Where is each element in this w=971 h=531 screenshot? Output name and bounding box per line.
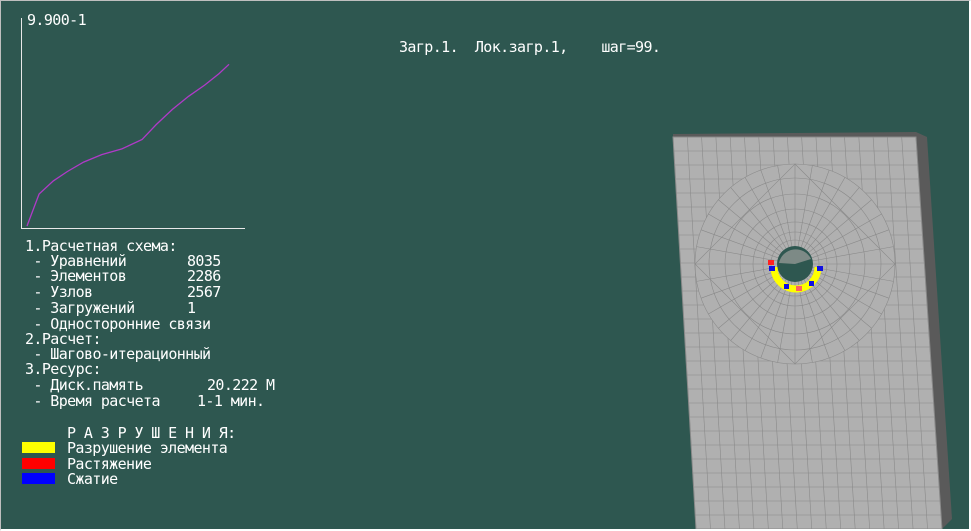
elements-label: - Элементов: [25, 267, 127, 285]
compression-marker-bottom-right: [809, 281, 814, 286]
convergence-curve: [26, 63, 230, 227]
convergence-graph: [26, 63, 230, 227]
nodes-value: 2567: [187, 283, 221, 301]
section-scheme-title: 1.Расчетная схема:: [25, 237, 177, 255]
disk-memory-value: 20.222 М: [207, 376, 275, 394]
load-step-title: Загр.1. Лок.загр.1, шаг=99.: [399, 38, 661, 56]
calc-method: - Шагово-итерационный: [25, 345, 211, 363]
legend-swatch-compression: [22, 473, 55, 484]
calc-time-value: 1-1 мин.: [197, 392, 265, 410]
tension-marker-left: [768, 260, 774, 265]
oneway-links-label: - Односторонние связи: [25, 315, 211, 333]
section-resource-title: 3.Ресурс:: [25, 360, 101, 378]
legend-label-failure: Разрушение элемента: [67, 439, 228, 457]
fem-analysis-window: 9.900-1 Загр.1. Лок.загр.1, шаг=99. 1.Ра…: [0, 0, 971, 531]
disk-memory-label: - Диск.память: [25, 376, 144, 394]
plate-model-view[interactable]: [661, 121, 961, 529]
equations-label: - Уравнений: [25, 252, 127, 270]
calc-time-label: - Время расчета: [25, 392, 160, 410]
legend-swatch-tension: [22, 458, 55, 469]
nodes-label: - Узлов: [25, 283, 93, 301]
legend-label-compression: Сжатие: [67, 470, 118, 488]
legend-swatch-failure: [22, 442, 55, 453]
compression-marker-left: [769, 266, 775, 271]
elements-value: 2286: [187, 267, 221, 285]
compression-marker-bottom-left: [784, 284, 789, 289]
loads-label: - Загружений: [25, 299, 135, 317]
loads-value: 1: [187, 299, 196, 317]
legend-label-tension: Растяжение: [67, 455, 152, 473]
compression-marker-right: [817, 266, 823, 271]
tension-marker-bottom: [796, 286, 802, 291]
legend-title: Р А З Р У Ш Е Н И Я:: [67, 424, 236, 442]
section-calc-title: 2.Расчет:: [25, 330, 101, 348]
equations-value: 8035: [187, 252, 221, 270]
